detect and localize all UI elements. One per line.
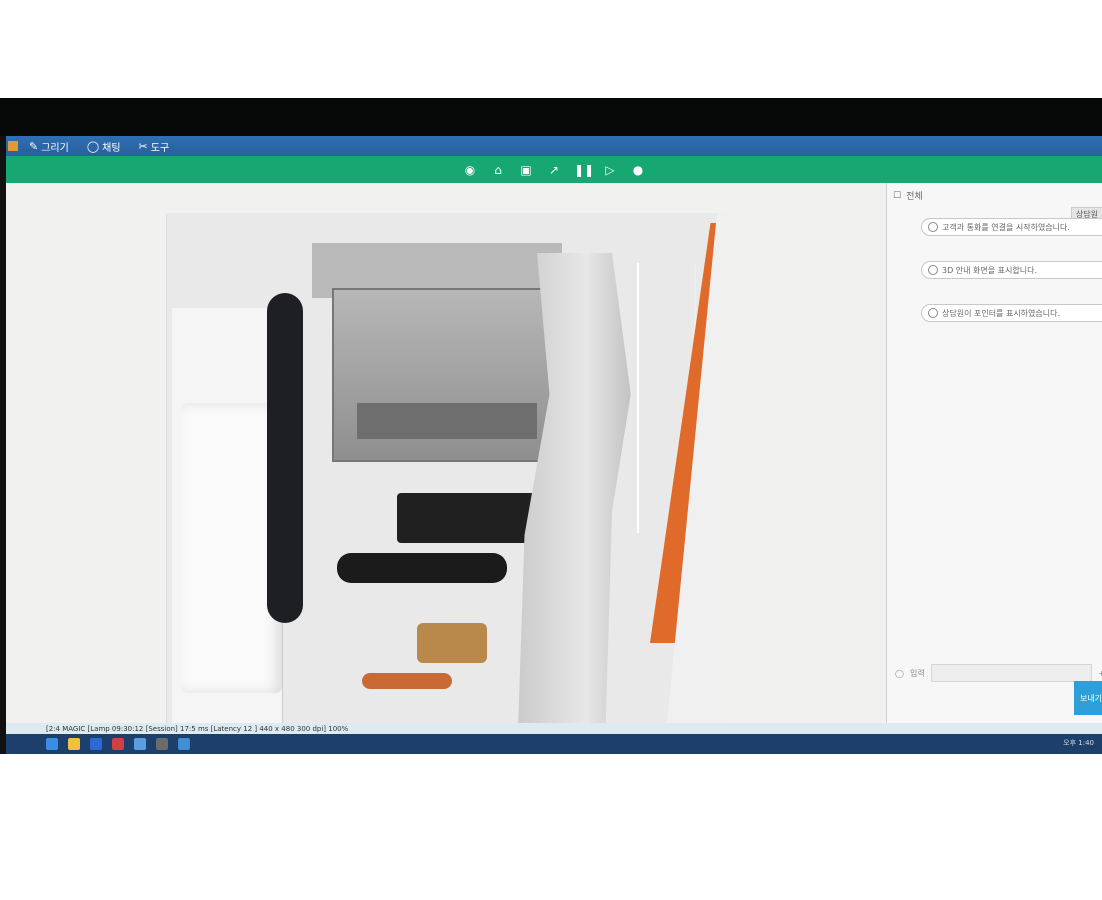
home-icon[interactable]: ⌂ [490, 163, 506, 177]
menu-chat-label: 채팅 [102, 142, 121, 154]
send-button[interactable]: 보내기 [1074, 681, 1102, 715]
folder-icon[interactable] [68, 738, 80, 750]
menu-draw[interactable]: ✎ 그리기 [22, 139, 76, 154]
pause-icon[interactable]: ❚❚ [574, 163, 594, 177]
chat-message-text: 고객과 통화를 연결을 시작하였습니다. [942, 222, 1070, 232]
input-icon: ◯ [895, 668, 904, 678]
status-text: [2:4 MAGIC [Lamp 09:30:12 [Session] 17:5… [46, 724, 349, 733]
tools-icon: ✂ [138, 139, 148, 153]
hose-left [267, 293, 303, 623]
app-icon[interactable] [112, 738, 124, 750]
message-status-icon [928, 308, 938, 318]
app-icon[interactable] [134, 738, 146, 750]
black-plate [397, 493, 537, 543]
taskbar: 오후 1:40 [6, 734, 1102, 754]
video-feed[interactable] [166, 213, 727, 723]
location-icon[interactable]: ● [630, 163, 646, 177]
video-icon[interactable]: ▷ [602, 163, 618, 177]
heat-exchanger-slot [357, 403, 537, 439]
menu-draw-label: 그리기 [41, 142, 69, 154]
hose-lower [337, 553, 507, 583]
toolbar: ◉ ⌂ ▣ ↗ ❚❚ ▷ ● [6, 156, 1102, 183]
status-bar: [2:4 MAGIC [Lamp 09:30:12 [Session] 17:5… [6, 723, 1102, 734]
screen: ✎ 그리기 ◯ 채팅 ✂ 도구 ◉ ⌂ ▣ ↗ ❚❚ ▷ ● ☐ 전체 상담원 … [6, 136, 1102, 754]
chat-input-row: ◯ 입력 + [895, 664, 1102, 682]
browser-icon[interactable] [90, 738, 102, 750]
app-icon[interactable] [156, 738, 168, 750]
menu-chat[interactable]: ◯ 채팅 [80, 139, 128, 154]
system-tray-clock: 오후 1:40 [1063, 739, 1094, 747]
app-icon[interactable] [178, 738, 190, 750]
title-bar: ✎ 그리기 ◯ 채팅 ✂ 도구 [6, 136, 1102, 156]
menu-tools[interactable]: ✂ 도구 [132, 139, 177, 154]
pointer-icon[interactable]: ↗ [546, 163, 562, 177]
monitor-bezel-top [0, 98, 1102, 136]
chat-message: 고객과 통화를 연결을 시작하였습니다. [921, 218, 1102, 236]
camera-icon[interactable]: ◉ [462, 163, 478, 177]
chat-icon: ☐ [893, 190, 902, 201]
chat-message-text: 3D 안내 화면을 표시합니다. [942, 265, 1038, 275]
capture-icon[interactable]: ▣ [518, 163, 534, 177]
pencil-icon: ✎ [29, 139, 39, 153]
chat-message: 상담원이 포인터를 표시하였습니다. [921, 304, 1102, 322]
chat-input[interactable] [930, 664, 1093, 682]
brass-fitting [417, 623, 487, 663]
chat-header-label: 전체 [906, 192, 923, 202]
chat-header: ☐ 전체 [893, 189, 923, 203]
chat-icon: ◯ [86, 139, 100, 153]
message-status-icon [928, 265, 938, 275]
message-status-icon [928, 222, 938, 232]
main-content: ☐ 전체 상담원 고객과 통화를 연결을 시작하였습니다. 3D 안내 화면을 … [6, 183, 1102, 723]
chat-message: 3D 안내 화면을 표시합니다. [921, 261, 1102, 279]
chat-panel: ☐ 전체 상담원 고객과 통화를 연결을 시작하였습니다. 3D 안내 화면을 … [886, 183, 1102, 723]
app-logo-icon [8, 141, 18, 151]
menu-tools-label: 도구 [150, 142, 170, 154]
add-icon[interactable]: + [1098, 669, 1102, 678]
start-icon[interactable] [46, 738, 58, 750]
copper-pipe [362, 673, 452, 689]
chat-message-text: 상담원이 포인터를 표시하였습니다. [942, 308, 1061, 318]
chat-input-label: 입력 [909, 668, 925, 678]
